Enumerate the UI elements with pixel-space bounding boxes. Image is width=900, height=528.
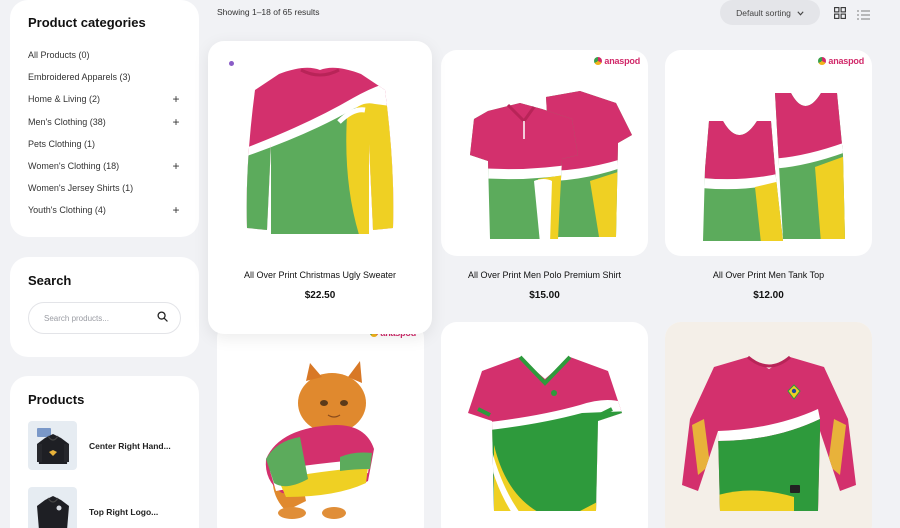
category-item-mens-clothing[interactable]: Men's Clothing (38) + [28, 111, 181, 133]
hoodie-thumbnail[interactable] [28, 421, 77, 470]
product-title[interactable]: All Over Print Men Polo Premium Shirt [441, 270, 648, 280]
category-label[interactable]: Home & Living (2) [28, 94, 100, 104]
category-label[interactable]: Pets Clothing (1) [28, 139, 95, 149]
products-panel: Products Center Right Hand... Top Right … [10, 376, 199, 528]
product-card[interactable]: anaspod [441, 50, 648, 256]
results-count: Showing 1–18 of 65 results [217, 7, 320, 17]
product-card[interactable]: anaspod [665, 50, 872, 256]
product-image-pet-shirt[interactable] [217, 328, 424, 528]
product-image-sweater[interactable] [208, 41, 432, 256]
mini-product-label[interactable]: Center Right Hand... [89, 441, 171, 451]
products-title: Products [28, 392, 85, 407]
search-title: Search [28, 273, 72, 288]
expand-plus-icon[interactable]: + [171, 93, 181, 105]
chevron-down-icon[interactable] [797, 8, 804, 18]
product-card[interactable]: anaspod [217, 322, 424, 528]
category-list: All Products (0) Embroidered Apparels (3… [28, 44, 181, 222]
product-price: $22.50 [304, 290, 336, 301]
product-categories-panel: Product categories All Products (0) Embr… [10, 0, 199, 237]
product-categories-title: Product categories [28, 15, 146, 30]
hoodie-thumbnail[interactable] [28, 487, 77, 528]
mini-product-item[interactable]: Center Right Hand... [28, 421, 181, 470]
category-label[interactable]: Women's Jersey Shirts (1) [28, 183, 133, 193]
category-label[interactable]: All Products (0) [28, 50, 90, 60]
category-item-all-products[interactable]: All Products (0) [28, 44, 181, 66]
category-label[interactable]: Women's Clothing (18) [28, 161, 119, 171]
product-card[interactable] [665, 322, 872, 528]
product-card[interactable]: All Over Print Christmas Ugly Sweater $2… [208, 41, 432, 334]
search-box[interactable] [28, 302, 181, 334]
product-title[interactable]: All Over Print Christmas Ugly Sweater [208, 270, 432, 280]
product-image-polo[interactable] [441, 50, 648, 256]
grid-view-icon[interactable] [834, 6, 846, 24]
category-item-womens-jersey-shirts[interactable]: Women's Jersey Shirts (1) [28, 177, 181, 199]
product-price: $12.00 [753, 290, 784, 301]
sort-label[interactable]: Default sorting [736, 8, 791, 18]
expand-plus-icon[interactable]: + [171, 204, 181, 216]
expand-plus-icon[interactable]: + [171, 160, 181, 172]
product-title[interactable]: All Over Print Men Tank Top [665, 270, 872, 280]
product-image-vneck-shirt[interactable] [441, 322, 648, 528]
mini-product-label[interactable]: Top Right Logo... [89, 507, 158, 517]
category-item-pets-clothing[interactable]: Pets Clothing (1) [28, 133, 181, 155]
product-image-tank-top[interactable] [665, 50, 872, 256]
category-label[interactable]: Embroidered Apparels (3) [28, 72, 131, 82]
expand-plus-icon[interactable]: + [171, 116, 181, 128]
product-card[interactable] [441, 322, 648, 528]
search-panel: Search [10, 257, 199, 357]
category-item-embroidered-apparels[interactable]: Embroidered Apparels (3) [28, 66, 181, 88]
category-item-home-living[interactable]: Home & Living (2) + [28, 88, 181, 110]
list-view-icon[interactable] [857, 7, 870, 25]
search-icon[interactable] [157, 309, 168, 327]
category-item-womens-clothing[interactable]: Women's Clothing (18) + [28, 155, 181, 177]
category-label[interactable]: Men's Clothing (38) [28, 117, 106, 127]
product-image-long-sleeve-jersey[interactable] [665, 322, 872, 528]
category-label[interactable]: Youth's Clothing (4) [28, 205, 106, 215]
mini-product-item[interactable]: Top Right Logo... [28, 487, 181, 528]
sort-dropdown[interactable]: Default sorting [720, 0, 820, 25]
category-item-youths-clothing[interactable]: Youth's Clothing (4) + [28, 199, 181, 221]
search-input[interactable] [44, 313, 144, 323]
product-price: $15.00 [529, 290, 560, 301]
